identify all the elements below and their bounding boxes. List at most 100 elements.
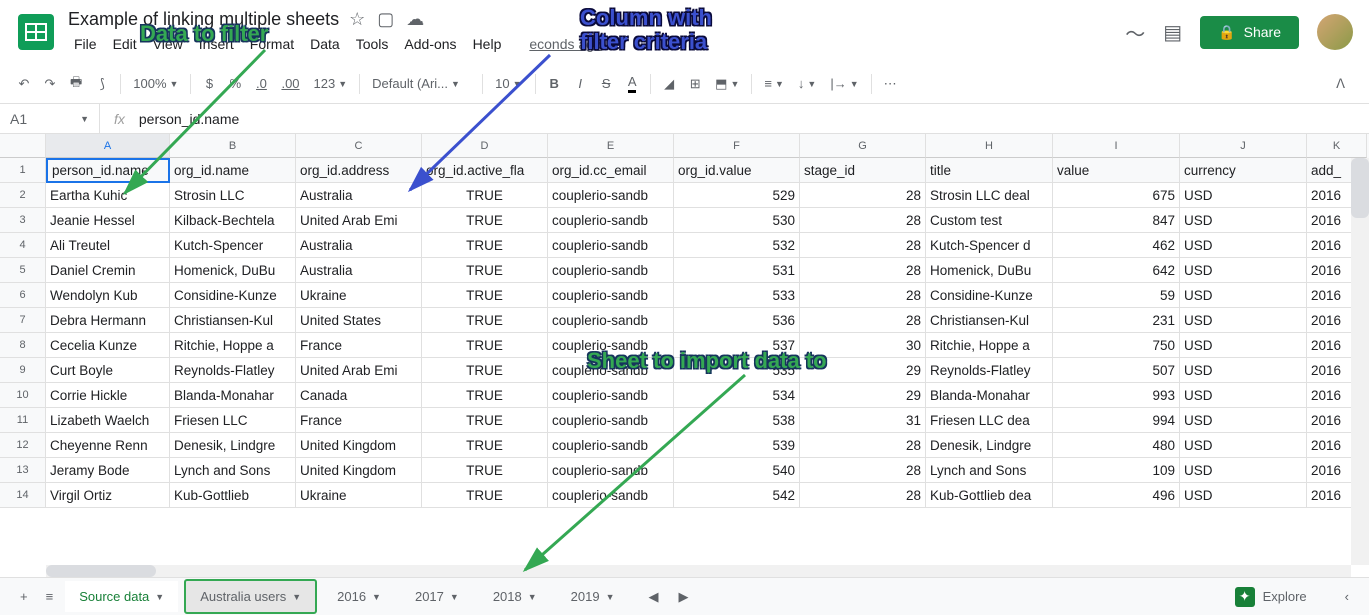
- menu-view[interactable]: View: [147, 32, 189, 56]
- cell[interactable]: TRUE: [422, 283, 548, 308]
- cell[interactable]: TRUE: [422, 408, 548, 433]
- cell[interactable]: USD: [1180, 333, 1307, 358]
- cell[interactable]: 537: [674, 333, 800, 358]
- cell[interactable]: 675: [1053, 183, 1180, 208]
- star-icon[interactable]: ☆: [349, 9, 365, 30]
- cell[interactable]: Debra Hermann: [46, 308, 170, 333]
- cell[interactable]: TRUE: [422, 208, 548, 233]
- cell[interactable]: USD: [1180, 233, 1307, 258]
- column-header-G[interactable]: G: [800, 134, 926, 158]
- cell[interactable]: value: [1053, 158, 1180, 183]
- cell[interactable]: 109: [1053, 458, 1180, 483]
- move-icon[interactable]: ▢: [377, 9, 394, 30]
- cell[interactable]: Considine-Kunze: [170, 283, 296, 308]
- cell[interactable]: United Kingdom: [296, 433, 422, 458]
- column-header-B[interactable]: B: [170, 134, 296, 158]
- cell[interactable]: France: [296, 408, 422, 433]
- cell[interactable]: Curt Boyle: [46, 358, 170, 383]
- cell[interactable]: 534: [674, 383, 800, 408]
- cell[interactable]: org_id.name: [170, 158, 296, 183]
- formula-input[interactable]: person_id.name: [139, 111, 239, 127]
- cell[interactable]: couplerio-sandb: [548, 333, 674, 358]
- cell[interactable]: Friesen LLC dea: [926, 408, 1053, 433]
- cell[interactable]: Denesik, Lindgre: [170, 433, 296, 458]
- collapse-toolbar-button[interactable]: ᐱ: [1330, 72, 1357, 96]
- cell[interactable]: 847: [1053, 208, 1180, 233]
- cell[interactable]: 28: [800, 183, 926, 208]
- cell[interactable]: 29: [800, 383, 926, 408]
- cell[interactable]: USD: [1180, 383, 1307, 408]
- cell[interactable]: couplerio-sandb: [548, 283, 674, 308]
- cell[interactable]: Kub-Gottlieb: [170, 483, 296, 508]
- cell[interactable]: 538: [674, 408, 800, 433]
- cell[interactable]: United States: [296, 308, 422, 333]
- menu-add-ons[interactable]: Add-ons: [398, 32, 462, 56]
- inc-decimal-button[interactable]: .00: [275, 72, 305, 95]
- cell[interactable]: TRUE: [422, 308, 548, 333]
- cell[interactable]: USD: [1180, 433, 1307, 458]
- cell[interactable]: Christiansen-Kul: [170, 308, 296, 333]
- cell[interactable]: Cheyenne Renn: [46, 433, 170, 458]
- cell[interactable]: Ali Treutel: [46, 233, 170, 258]
- column-header-I[interactable]: I: [1053, 134, 1180, 158]
- text-color-button[interactable]: A: [620, 70, 644, 97]
- cell[interactable]: United Arab Emi: [296, 208, 422, 233]
- wrap-button[interactable]: |→ ▼: [824, 72, 864, 95]
- sheet-tab-2018[interactable]: 2018 ▼: [479, 581, 551, 612]
- cell[interactable]: France: [296, 333, 422, 358]
- cell[interactable]: Wendolyn Kub: [46, 283, 170, 308]
- cell[interactable]: Considine-Kunze: [926, 283, 1053, 308]
- row-number[interactable]: 13: [0, 458, 46, 483]
- cell[interactable]: Friesen LLC: [170, 408, 296, 433]
- cell[interactable]: Kutch-Spencer d: [926, 233, 1053, 258]
- cell[interactable]: org_id.address: [296, 158, 422, 183]
- column-header-A[interactable]: A: [46, 134, 170, 158]
- doc-title[interactable]: Example of linking multiple sheets: [68, 9, 339, 30]
- cell[interactable]: Denesik, Lindgre: [926, 433, 1053, 458]
- menu-insert[interactable]: Insert: [193, 32, 240, 56]
- cell[interactable]: Jeramy Bode: [46, 458, 170, 483]
- menu-format[interactable]: Format: [244, 32, 300, 56]
- last-edit[interactable]: econds ago: [523, 32, 607, 56]
- cell[interactable]: 28: [800, 283, 926, 308]
- sheet-tab-2017[interactable]: 2017 ▼: [401, 581, 473, 612]
- strike-button[interactable]: S: [594, 72, 618, 95]
- cell[interactable]: 28: [800, 258, 926, 283]
- activity-icon[interactable]: 〜: [1125, 18, 1145, 47]
- cell[interactable]: 59: [1053, 283, 1180, 308]
- cell[interactable]: org_id.cc_email: [548, 158, 674, 183]
- currency-button[interactable]: $: [197, 72, 221, 95]
- cell[interactable]: 28: [800, 233, 926, 258]
- cell[interactable]: couplerio-sandb: [548, 383, 674, 408]
- cell[interactable]: Canada: [296, 383, 422, 408]
- row-number[interactable]: 11: [0, 408, 46, 433]
- cell[interactable]: TRUE: [422, 233, 548, 258]
- cell[interactable]: 529: [674, 183, 800, 208]
- cell[interactable]: 994: [1053, 408, 1180, 433]
- cell[interactable]: 533: [674, 283, 800, 308]
- column-header-D[interactable]: D: [422, 134, 548, 158]
- cell[interactable]: couplerio-sandb: [548, 458, 674, 483]
- cell[interactable]: 496: [1053, 483, 1180, 508]
- italic-button[interactable]: I: [568, 72, 592, 95]
- cell[interactable]: 750: [1053, 333, 1180, 358]
- cell[interactable]: Lizabeth Waelch: [46, 408, 170, 433]
- row-number[interactable]: 9: [0, 358, 46, 383]
- menu-help[interactable]: Help: [467, 32, 508, 56]
- cell[interactable]: Lynch and Sons: [926, 458, 1053, 483]
- cell[interactable]: couplerio-sandb: [548, 233, 674, 258]
- cell[interactable]: couplerio-sandb: [548, 433, 674, 458]
- cell[interactable]: 531: [674, 258, 800, 283]
- side-panel-toggle[interactable]: ‹: [1339, 583, 1355, 610]
- cell[interactable]: 28: [800, 458, 926, 483]
- cell[interactable]: TRUE: [422, 358, 548, 383]
- column-header-K[interactable]: K: [1307, 134, 1367, 158]
- cell[interactable]: 993: [1053, 383, 1180, 408]
- cell[interactable]: Ukraine: [296, 483, 422, 508]
- column-header-H[interactable]: H: [926, 134, 1053, 158]
- cell[interactable]: Strosin LLC deal: [926, 183, 1053, 208]
- row-number[interactable]: 10: [0, 383, 46, 408]
- percent-button[interactable]: %: [223, 72, 247, 95]
- cell[interactable]: Homenick, DuBu: [170, 258, 296, 283]
- cell[interactable]: couplerio-sandb: [548, 208, 674, 233]
